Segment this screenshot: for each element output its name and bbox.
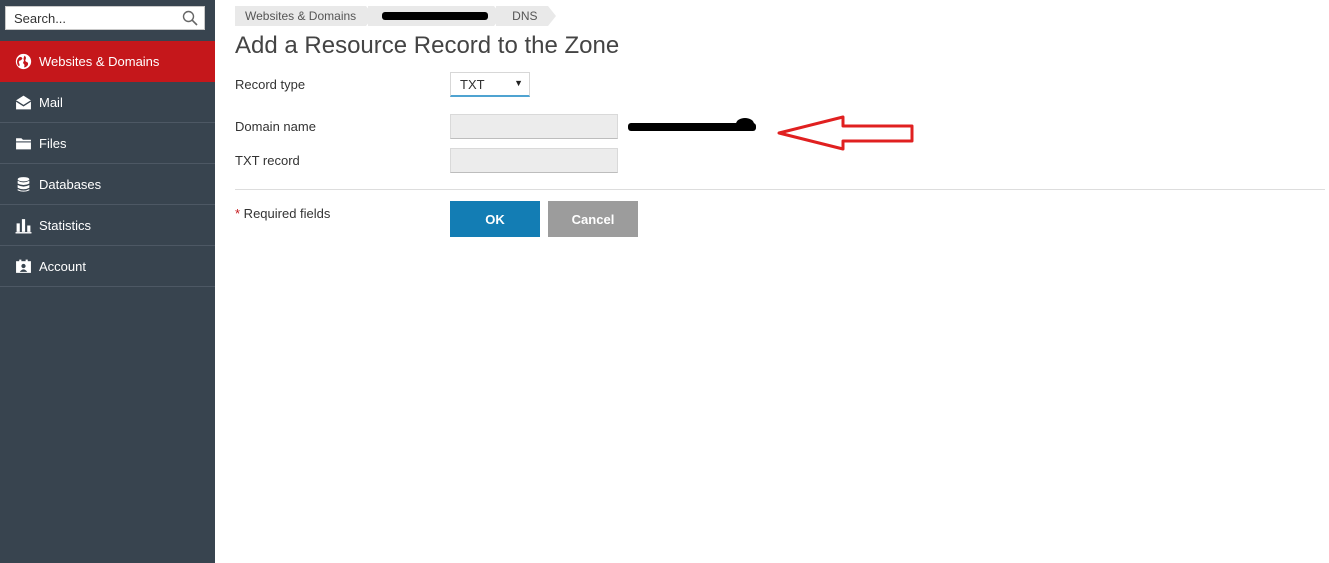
sidebar-item-label: Statistics [39,217,92,233]
required-fields-note: * Required fields [235,206,331,221]
globe-icon [14,52,32,70]
annotation-arrow-icon [777,115,914,151]
breadcrumb-domain[interactable] [368,6,503,26]
bar-chart-icon [14,216,32,234]
sidebar-item-websites-domains[interactable]: Websites & Domains [0,41,215,82]
search-input[interactable] [6,7,176,29]
search-icon[interactable] [180,9,200,27]
domain-name-input[interactable] [450,114,618,139]
main-content: Websites & Domains DNS Add a Resource Re… [215,0,1329,563]
mail-icon [14,93,32,111]
sidebar-item-label: Databases [39,176,102,192]
sidebar-item-label: Files [39,135,67,151]
sidebar-nav: Websites & Domains Mail Files Databases … [0,41,215,287]
dropdown-caret-icon: ▼ [514,78,523,88]
redaction-mark [736,118,754,130]
sidebar: Websites & Domains Mail Files Databases … [0,0,215,563]
record-type-select[interactable]: TXT ▼ [450,72,530,97]
sidebar-item-databases[interactable]: Databases [0,164,215,205]
page-title: Add a Resource Record to the Zone [235,32,620,59]
folder-icon [14,134,32,152]
sidebar-item-label: Account [39,258,86,274]
record-type-label: Record type [235,77,306,92]
database-icon [14,175,32,193]
domain-suffix-redacted [620,118,760,134]
cancel-button[interactable]: Cancel [548,201,638,237]
sidebar-item-label: Mail [39,94,63,110]
sidebar-item-files[interactable]: Files [0,123,215,164]
breadcrumb-dns[interactable]: DNS [496,6,556,26]
breadcrumb: Websites & Domains DNS [235,6,556,26]
domain-name-label: Domain name [235,119,316,134]
sidebar-item-label: Websites & Domains [39,53,160,69]
record-type-value: TXT [460,76,485,92]
redaction-mark [382,12,489,20]
sidebar-item-mail[interactable]: Mail [0,82,215,123]
account-icon [14,257,32,275]
form-separator [235,189,1325,190]
sidebar-item-statistics[interactable]: Statistics [0,205,215,246]
sidebar-item-account[interactable]: Account [0,246,215,287]
txt-record-label: TXT record [235,153,300,168]
txt-record-input[interactable] [450,148,618,173]
breadcrumb-websites-domains[interactable]: Websites & Domains [235,6,375,26]
ok-button[interactable]: OK [450,201,540,237]
search-box [5,6,205,30]
